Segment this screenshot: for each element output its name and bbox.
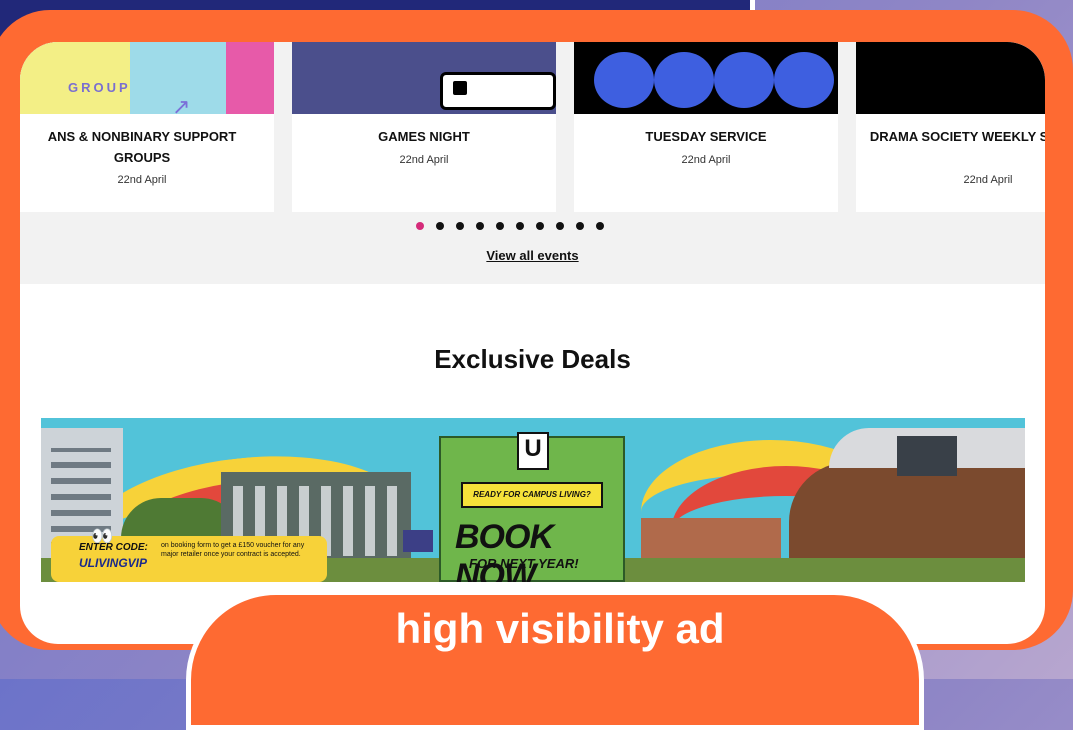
- promo-code-panel: 👀 ENTER CODE: ULIVINGVIP on booking form…: [51, 526, 327, 582]
- promo-code: ULIVINGVIP: [79, 556, 148, 570]
- ad-caption: high visibility ad: [395, 605, 725, 652]
- event-title: GAMES NIGHT: [378, 129, 470, 144]
- code-note: on booking form to get a £150 voucher fo…: [161, 542, 305, 558]
- carousel-dot[interactable]: [576, 222, 584, 230]
- event-date: 22nd April: [963, 174, 1013, 186]
- arrow-icon: ↗: [172, 94, 191, 119]
- event-card[interactable]: GAMES NIGHT 22nd April: [292, 42, 556, 212]
- exclusive-deals-heading: Exclusive Deals: [434, 344, 631, 374]
- carousel-dot[interactable]: [416, 222, 424, 230]
- event-card-image: [574, 42, 838, 114]
- events-carousel: GROUP ↗ ANS & NONBINARY SUPPORT GROUPS 2…: [20, 42, 1045, 284]
- event-date: 22nd April: [117, 174, 167, 186]
- carousel-dot[interactable]: [496, 222, 504, 230]
- event-card-image: [292, 42, 556, 114]
- event-image-text: GROUP: [68, 80, 131, 95]
- event-date: 22nd April: [399, 154, 449, 166]
- event-title: TUESDAY SERVICE: [645, 129, 767, 144]
- promo-headline: BOOK NOW: [455, 518, 554, 582]
- webpage-viewport: GROUP ↗ ANS & NONBINARY SUPPORT GROUPS 2…: [20, 42, 1045, 644]
- event-card[interactable]: DRAMA SOCIETY WEEKLY SESSIONS 22nd April: [856, 42, 1045, 212]
- carousel-dot[interactable]: [556, 222, 564, 230]
- book-now-promo[interactable]: U READY FOR CAMPUS LIVING? BOOK NOW FOR …: [439, 432, 625, 582]
- carousel-pagination: [416, 222, 604, 230]
- promo-subline: FOR NEXT YEAR!: [469, 556, 579, 571]
- carousel-dot[interactable]: [596, 222, 604, 230]
- code-label: ENTER CODE:: [79, 542, 148, 553]
- uliving-logo: U: [517, 432, 549, 470]
- event-card-image: GROUP ↗: [20, 42, 274, 119]
- carousel-dot[interactable]: [476, 222, 484, 230]
- event-title: ANS & NONBINARY SUPPORT GROUPS: [47, 129, 237, 165]
- carousel-dot[interactable]: [536, 222, 544, 230]
- event-card-image: [856, 42, 1045, 114]
- carousel-dot[interactable]: [456, 222, 464, 230]
- ad-caption-pill: high visibility ad: [186, 590, 924, 730]
- carousel-dot[interactable]: [436, 222, 444, 230]
- event-card[interactable]: TUESDAY SERVICE 22nd April: [574, 42, 838, 212]
- event-date: 22nd April: [681, 154, 731, 166]
- event-title: DRAMA SOCIETY WEEKLY SESSIONS: [869, 129, 1045, 144]
- view-all-events-link[interactable]: View all events: [20, 248, 1045, 263]
- event-card[interactable]: GROUP ↗ ANS & NONBINARY SUPPORT GROUPS 2…: [20, 42, 274, 212]
- carousel-dot[interactable]: [516, 222, 524, 230]
- promo-tagline: READY FOR CAMPUS LIVING?: [461, 482, 603, 508]
- ad-highlight-frame: GROUP ↗ ANS & NONBINARY SUPPORT GROUPS 2…: [0, 10, 1073, 650]
- booking-ad-banner[interactable]: U READY FOR CAMPUS LIVING? BOOK NOW FOR …: [41, 418, 1025, 582]
